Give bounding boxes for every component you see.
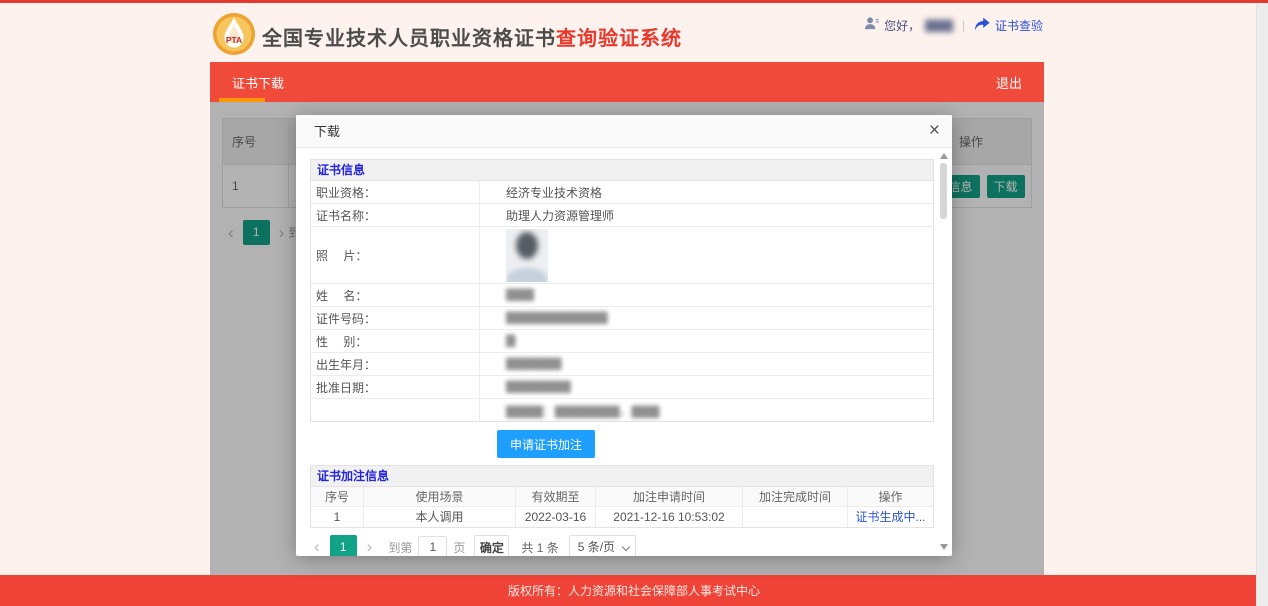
browser-scrollbar[interactable] [1256,3,1268,606]
field-label [311,399,480,421]
field-value [480,227,933,283]
field-value-redacted: ▇▇▇▇▇▇ [480,353,933,375]
page-title: 全国专业技术人员职业资格证书查询验证系统 [262,22,682,51]
modal-header: 下载 × [296,115,952,148]
certificate-info-section-title: 证书信息 [310,159,934,180]
user-icon [864,16,879,34]
tab-certificate-download[interactable]: 证书下载 [210,62,306,102]
field-value-redacted: ▇▇▇▇▇▇▇ [480,376,933,398]
download-modal: 下载 × 证书信息 职业资格： 经济专业技术资格 证书名称： 助理人力资源管理师… [296,115,952,556]
page-unit-label: 页 [453,539,465,556]
cert-row-extra: ▇▇▇▇：▇▇▇▇▇▇▇，▇▇▇ [311,398,933,421]
next-page-icon[interactable]: › [363,535,377,556]
scroll-down-icon[interactable] [940,544,948,550]
page-title-accent: 查询验证系统 [556,28,682,50]
col-usage-scene: 使用场景 [364,487,516,506]
annotate-button-row: 申请证书加注 [310,422,934,465]
username-masked: ▇▇▇ [925,18,953,32]
certificate-photo [506,229,548,282]
field-label: 性 别： [311,330,480,352]
confirm-button[interactable]: 确定 [474,535,509,556]
field-label: 证书名称： [311,204,480,226]
modal-body: 证书信息 职业资格： 经济专业技术资格 证书名称： 助理人力资源管理师 照 片： [296,149,952,556]
close-icon[interactable]: × [929,115,940,146]
field-label: 证件号码： [311,307,480,329]
goto-label: 到第 [388,539,412,556]
per-page-select[interactable]: 5 条/页 [569,535,636,556]
col-apply-time: 加注申请时间 [596,487,743,506]
field-value-redacted: ▇▇▇▇▇▇▇▇▇▇▇ [480,307,933,329]
brand: PTA 全国专业技术人员职业资格证书查询验证系统 [212,12,682,61]
field-label: 姓 名： [311,284,480,306]
annotation-table-row: 1 本人调用 2022-03-16 2021-12-16 10:53:02 证书… [311,507,933,527]
copyright-text: 版权所有：人力资源和社会保障部人事考试中心 [508,582,760,599]
annotation-section-title: 证书加注信息 [310,465,934,486]
cert-row-photo: 照 片： [311,226,933,283]
cert-row-birth-date: 出生年月： ▇▇▇▇▇▇ [311,352,933,375]
scroll-up-icon[interactable] [940,153,948,159]
cell-complete-time [743,507,848,527]
field-value: 经济专业技术资格 [480,181,933,203]
photo-head-shape [516,232,538,259]
modal-scrollbar[interactable] [939,153,949,550]
logout-button[interactable]: 退出 [996,62,1022,102]
col-valid-until: 有效期至 [516,487,596,506]
header-divider: | [962,18,965,32]
field-label: 出生年月： [311,353,480,375]
field-label: 职业资格： [311,181,480,203]
col-serial: 序号 [311,487,364,506]
cell-usage-scene: 本人调用 [364,507,516,527]
share-arrow-icon [974,17,990,34]
annotation-table-header: 序号 使用场景 有效期至 加注申请时间 加注完成时间 操作 [311,487,933,507]
field-value-redacted: ▇▇▇ [480,284,933,306]
annotation-table: 序号 使用场景 有效期至 加注申请时间 加注完成时间 操作 1 本人调用 202… [310,486,934,528]
cert-row-qualification: 职业资格： 经济专业技术资格 [311,181,933,203]
current-page-button[interactable]: 1 [330,535,357,556]
pta-logo-icon: PTA [212,12,256,61]
cert-row-name: 证书名称： 助理人力资源管理师 [311,203,933,226]
greeting-label: 您好， [884,17,920,34]
certificate-generating-link[interactable]: 证书生成中... [848,507,933,527]
scrollbar-thumb[interactable] [940,163,947,219]
cert-row-id-number: 证件号码： ▇▇▇▇▇▇▇▇▇▇▇ [311,306,933,329]
cell-serial: 1 [311,507,364,527]
cell-valid-until: 2022-03-16 [516,507,596,527]
footer: 版权所有：人力资源和社会保障部人事考试中心 [0,575,1268,606]
col-complete-time: 加注完成时间 [743,487,848,506]
field-label: 批准日期： [311,376,480,398]
cert-row-gender: 性 别： ▇ [311,329,933,352]
photo-shoulders-shape [507,268,547,282]
certificate-info-table: 职业资格： 经济专业技术资格 证书名称： 助理人力资源管理师 照 片： 姓 名：… [310,180,934,422]
modal-title: 下载 [314,115,340,148]
site-header: PTA 全国专业技术人员职业资格证书查询验证系统 您好， ▇▇▇ | 证书查验 [0,3,1268,62]
field-value: 助理人力资源管理师 [480,204,933,226]
svg-text:PTA: PTA [226,35,242,45]
user-area: 您好， ▇▇▇ | 证书查验 [864,16,1043,34]
total-count-label: 共 1 条 [521,539,558,556]
goto-page-input[interactable] [418,536,447,557]
field-value-redacted: ▇ [480,330,933,352]
cert-row-holder-name: 姓 名： ▇▇▇ [311,283,933,306]
apply-annotation-button[interactable]: 申请证书加注 [497,430,595,458]
tab-certificate-download-label: 证书下载 [232,73,284,92]
chevron-down-icon [622,543,630,551]
field-value-redacted: ▇▇▇▇：▇▇▇▇▇▇▇，▇▇▇ [480,399,933,421]
cert-row-approval-date: 批准日期： ▇▇▇▇▇▇▇ [311,375,933,398]
cell-apply-time: 2021-12-16 10:53:02 [596,507,743,527]
field-label: 照 片： [311,227,480,283]
prev-page-icon[interactable]: ‹ [310,535,324,556]
col-action: 操作 [848,487,933,506]
certificate-verify-link[interactable]: 证书查验 [995,17,1043,34]
annotation-pagination: ‹ 1 › 到第 页 确定 共 1 条 5 条/页 [310,534,934,556]
per-page-value: 5 条/页 [578,540,615,554]
main-nav: 证书下载 退出 [210,62,1044,102]
